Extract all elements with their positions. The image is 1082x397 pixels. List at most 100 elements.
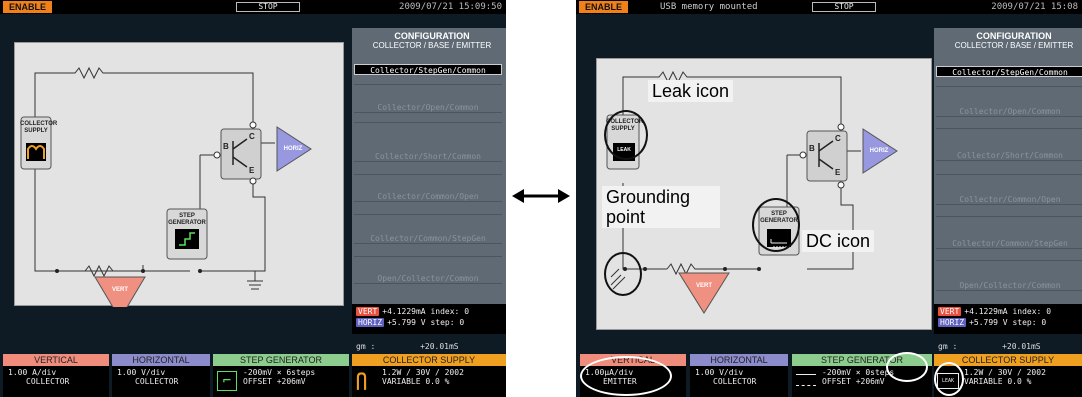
top-bar: ENABLE STOP 2009/07/21 15:09:50 <box>0 0 506 14</box>
vert-value: +4.1229mA <box>382 307 426 316</box>
double-arrow-icon <box>512 189 570 203</box>
config-item-open-collector-common[interactable]: Open/Collector/Common <box>354 273 502 284</box>
horiz-value: +5.799 V <box>387 318 426 327</box>
divider <box>354 214 502 215</box>
horizontal-source: COLLECTOR <box>713 377 757 386</box>
horiz-tag: HORIZ <box>938 318 967 327</box>
config-item-collector-common-stepgen[interactable]: Collector/Common/StepGen <box>354 233 502 244</box>
circuit-wiring <box>20 66 312 307</box>
index-label: index: <box>430 307 460 316</box>
step-generator-settings[interactable]: STEP GENERATOR ⌐ -200mV × 6steps OFFSET +… <box>213 354 349 397</box>
config-item-collector-stepgen-common[interactable]: Collector/StepGen/Common <box>936 66 1082 77</box>
leak-mode-highlight-circle <box>934 362 964 396</box>
base-label: B <box>809 144 815 153</box>
index-value: 0 <box>464 307 470 316</box>
sweep-icon: ⋂ <box>356 370 367 391</box>
horizontal-scale: 1.00 V/div <box>695 368 744 377</box>
vert-tag: VERT <box>356 307 380 316</box>
measurement-readout: VERT +4.1229mA index: 0 HORIZ +5.799 V ste… <box>934 304 1082 334</box>
step-highlight-circle <box>886 352 928 382</box>
horiz-tag: HORIZ <box>356 318 385 327</box>
dc-highlight-circle <box>752 198 800 252</box>
divider <box>936 174 1082 175</box>
stop-button[interactable]: STOP <box>812 2 876 12</box>
divider <box>354 122 502 123</box>
collector-supply-settings[interactable]: COLLECTOR SUPPLY ⋂ 1.2W / 30V / 2002 VARI… <box>352 354 506 397</box>
emitter-label: E <box>249 166 255 175</box>
collector-label: C <box>249 132 255 141</box>
vertical-scale: 1.00 A/div <box>8 368 57 377</box>
divider <box>354 174 502 175</box>
config-item-collector-open-common[interactable]: Collector/Open/Common <box>354 102 502 113</box>
horizontal-title: HORIZONTAL <box>112 354 210 366</box>
configuration-panel: CONFIGURATION COLLECTOR / BASE / EMITTER… <box>352 28 506 304</box>
step-amplitude: -200mV × 6steps <box>243 368 316 377</box>
collector-supply-label: COLLECTOR SUPPLY <box>20 121 58 134</box>
horizontal-settings[interactable]: HORIZONTAL 1.00 V/div COLLECTOR <box>690 354 788 397</box>
stop-button[interactable]: STOP <box>236 2 300 12</box>
vert-tag: VERT <box>938 307 962 316</box>
configuration-subtitle: COLLECTOR / BASE / EMITTER <box>954 41 1074 50</box>
gm-readout: gm : +20.01mS <box>352 342 506 351</box>
left-screen: ENABLE STOP 2009/07/21 15:09:50 COLLECTO… <box>0 0 506 397</box>
configuration-title: CONFIGURATION <box>394 31 470 41</box>
divider <box>354 256 502 257</box>
dc-icon <box>796 374 816 386</box>
configuration-title: CONFIGURATION <box>976 31 1052 41</box>
horizontal-values: 1.00 V/div COLLECTOR <box>112 366 210 397</box>
vertical-settings[interactable]: VERTICAL 1.00 A/div COLLECTOR <box>3 354 109 397</box>
horizontal-scale: 1.00 V/div <box>117 368 166 377</box>
divider <box>936 128 1082 129</box>
step-generator-title: STEP GENERATOR <box>213 354 349 366</box>
config-item-collector-common-open[interactable]: Collector/Common/Open <box>354 191 502 202</box>
index-value: 0 <box>1046 307 1052 316</box>
gm-value: +20.01mS <box>1002 342 1041 351</box>
enable-badge[interactable]: ENABLE <box>579 1 629 13</box>
datetime: 2009/07/21 15:08 <box>991 2 1078 12</box>
horizontal-values: 1.00 V/div COLLECTOR <box>690 366 788 397</box>
config-item-open-collector-common[interactable]: Open/Collector/Common <box>936 280 1082 291</box>
config-item-collector-stepgen-common[interactable]: Collector/StepGen/Common <box>354 64 502 75</box>
emitter-label: E <box>835 168 841 177</box>
divider <box>936 260 1082 261</box>
gm-label: gm : <box>356 342 376 351</box>
divider <box>354 84 502 85</box>
collector-supply-values: ⋂ 1.2W / 30V / 2002 VARIABLE 0.0 % <box>352 366 506 397</box>
configuration-header: CONFIGURATION COLLECTOR / BASE / EMITTER <box>934 28 1082 54</box>
horiz-value: +5.799 V <box>969 318 1008 327</box>
step-label: step: <box>1012 318 1037 327</box>
config-item-collector-common-stepgen[interactable]: Collector/Common/StepGen <box>936 238 1082 249</box>
leak-highlight-circle <box>604 110 648 160</box>
top-bar: ENABLE USB memory mounted STOP 2009/07/2… <box>576 0 1082 14</box>
horizontal-title: HORIZONTAL <box>690 354 788 366</box>
step-value: 0 <box>459 318 465 327</box>
step-generator-label: STEP GENERATOR <box>168 213 206 226</box>
horiz-label: HORIZ <box>869 148 889 154</box>
config-item-collector-short-common[interactable]: Collector/Short/Common <box>936 150 1082 161</box>
ground-highlight-circle <box>604 252 642 296</box>
vertical-title: VERTICAL <box>3 354 109 366</box>
right-screen: ENABLE USB memory mounted STOP 2009/07/2… <box>576 0 1082 397</box>
gm-label: gm : <box>938 342 958 351</box>
step-offset: OFFSET +206mV <box>243 377 306 386</box>
supply-mode: VARIABLE 0.0 % <box>964 377 1032 386</box>
base-label: B <box>223 142 229 151</box>
vert-label: VERT <box>695 283 712 289</box>
collector-label: C <box>835 134 841 143</box>
horiz-label: HORIZ <box>283 146 303 152</box>
usb-status: USB memory mounted <box>660 2 758 12</box>
supply-rating: 1.2W / 30V / 2002 <box>964 368 1046 377</box>
supply-mode: VARIABLE 0.0 % <box>382 377 450 386</box>
step-generator-values: ⌐ -200mV × 6steps OFFSET +206mV <box>213 366 349 397</box>
horizontal-source: COLLECTOR <box>135 377 179 386</box>
config-item-collector-short-common[interactable]: Collector/Short/Common <box>354 151 502 162</box>
horizontal-settings[interactable]: HORIZONTAL 1.00 V/div COLLECTOR <box>112 354 210 397</box>
vertical-source: COLLECTOR <box>26 377 70 386</box>
config-item-collector-common-open[interactable]: Collector/Common/Open <box>936 194 1082 205</box>
vert-value: +4.1229mA <box>964 307 1008 316</box>
configuration-header: CONFIGURATION COLLECTOR / BASE / EMITTER <box>352 28 506 54</box>
step-label: step: <box>430 318 455 327</box>
measurement-readout: VERT +4.1229mA index: 0 HORIZ +5.799 V ste… <box>352 304 506 334</box>
enable-badge[interactable]: ENABLE <box>3 1 53 13</box>
config-item-collector-open-common[interactable]: Collector/Open/Common <box>936 106 1082 117</box>
